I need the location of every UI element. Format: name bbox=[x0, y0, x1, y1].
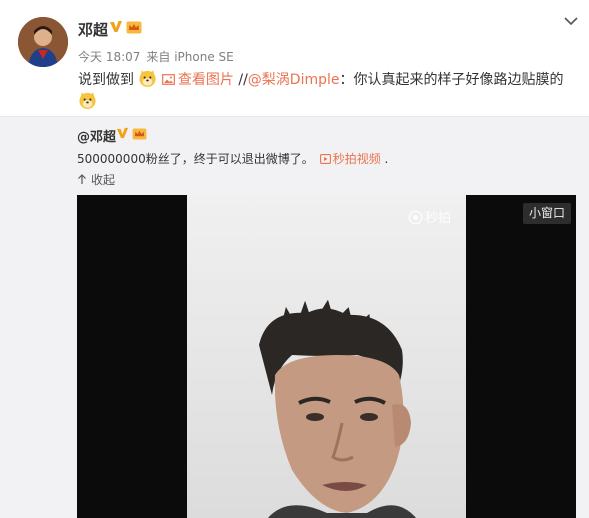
chevron-down-icon[interactable] bbox=[563, 15, 579, 27]
video-link-label: 秒拍视频 bbox=[332, 152, 381, 166]
repost-author[interactable]: @邓超 bbox=[77, 126, 116, 145]
mini-window-button[interactable]: 小窗口 bbox=[523, 203, 572, 224]
collapse-button[interactable]: 收起 bbox=[77, 171, 115, 188]
repost-separator: // bbox=[233, 72, 248, 88]
video-link[interactable]: 秒拍视频 bbox=[314, 152, 381, 166]
post-text-prefix: 说到做到 bbox=[78, 72, 134, 88]
author-name[interactable]: 邓超 bbox=[78, 19, 108, 40]
weibo-post: 邓超 今天 18:07 来自 iPhone SE 说到做到 查看图片 //@梨涡D… bbox=[0, 0, 589, 518]
watermark-text: 秒拍 bbox=[425, 211, 452, 226]
video-player[interactable]: 秒拍 小窗口 bbox=[77, 195, 576, 518]
repost-card: @邓超 500000000粉丝了，终于可以退出微博了。 秒拍视频 . 收起 秒拍… bbox=[0, 116, 589, 518]
verified-v-icon bbox=[110, 21, 122, 32]
miaopai-logo-icon bbox=[408, 210, 423, 225]
doge-emoji-icon bbox=[139, 70, 157, 88]
repost-text: 500000000粉丝了，终于可以退出微博了。 秒拍视频 . bbox=[77, 150, 388, 167]
image-link-icon bbox=[162, 74, 175, 85]
collapse-label: 收起 bbox=[91, 173, 116, 187]
video-link-icon bbox=[319, 154, 331, 164]
verified-v-icon bbox=[116, 127, 129, 139]
post-source: 来自 iPhone SE bbox=[146, 50, 234, 64]
mention-link[interactable]: @梨涡Dimple bbox=[248, 72, 340, 88]
video-link-suffix: . bbox=[380, 152, 389, 166]
video-still-image bbox=[187, 195, 466, 518]
repost-body: 500000000粉丝了，终于可以退出微博了。 bbox=[77, 152, 314, 166]
post-text: 说到做到 查看图片 //@梨涡Dimple：你认真起来的样子好像路边贴膜的 bbox=[78, 69, 564, 90]
vip-crown-icon[interactable] bbox=[126, 21, 142, 34]
doge-emoji-icon bbox=[79, 92, 96, 110]
mention-text: ：你认真起来的样子好像路边贴膜的 bbox=[339, 72, 564, 88]
video-frame bbox=[187, 195, 466, 518]
view-image-link[interactable]: 查看图片 bbox=[162, 72, 234, 88]
post-meta: 今天 18:07 来自 iPhone SE bbox=[78, 48, 240, 65]
view-image-label: 查看图片 bbox=[177, 72, 234, 88]
avatar[interactable] bbox=[18, 17, 68, 67]
arrow-up-icon bbox=[78, 174, 86, 184]
post-timestamp[interactable]: 今天 18:07 bbox=[78, 50, 140, 64]
vip-crown-icon[interactable] bbox=[132, 128, 147, 140]
video-watermark: 秒拍 bbox=[408, 207, 451, 226]
